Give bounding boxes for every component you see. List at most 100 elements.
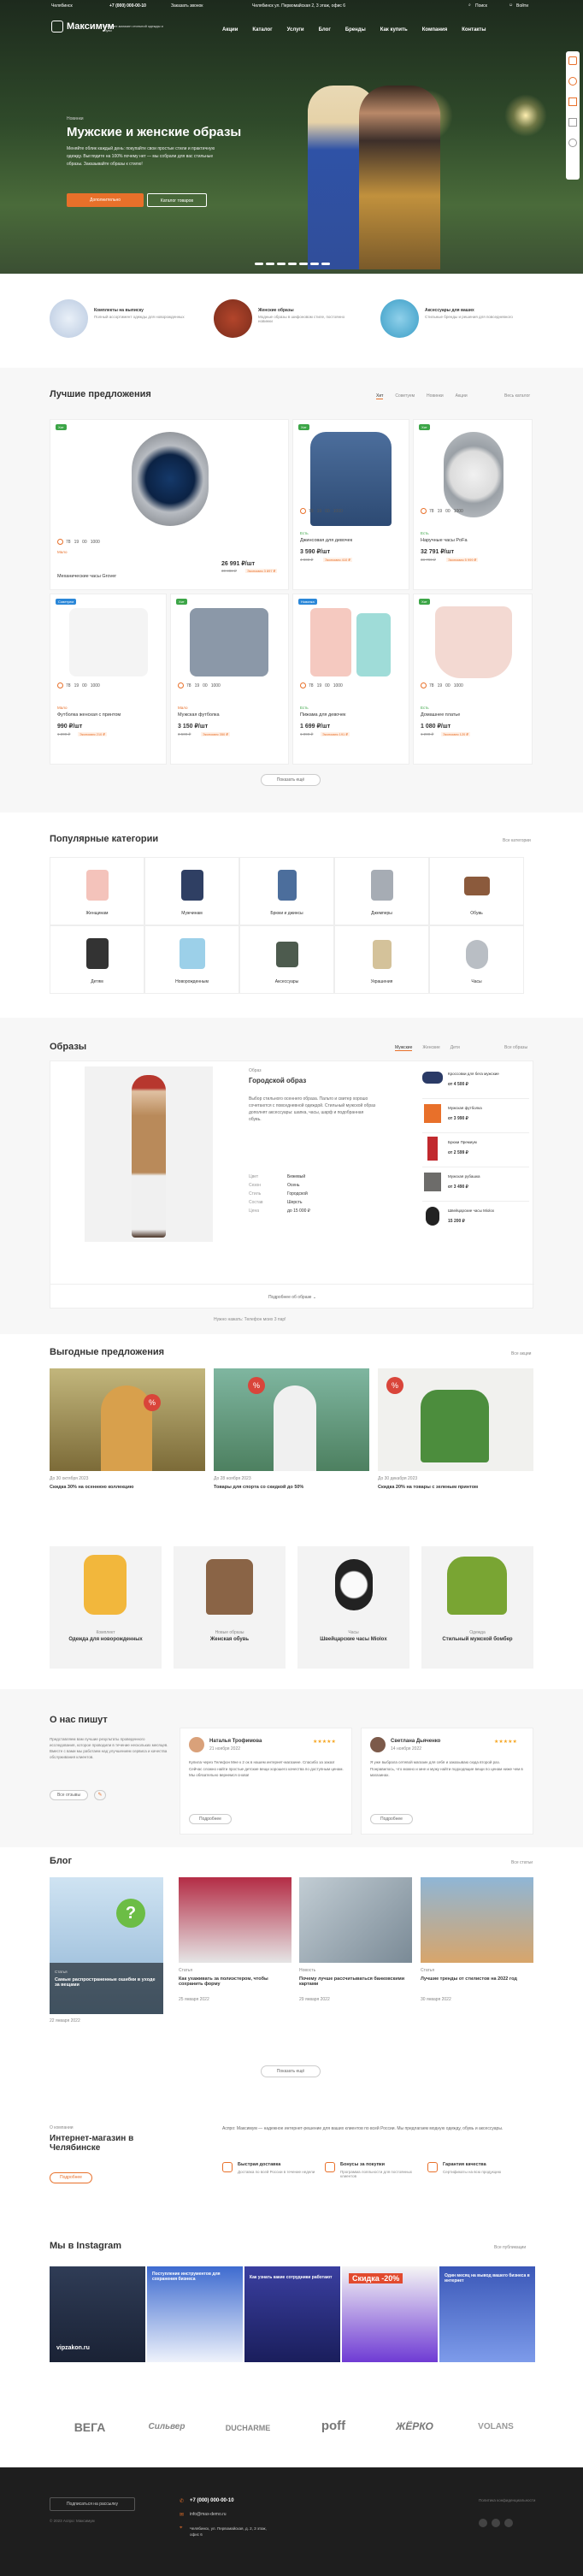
blog-card-1[interactable]: Статья Как ухаживать за полиэстером, что… — [179, 1877, 292, 2014]
footer-phone[interactable]: +7 (000) 000-00-10 — [190, 2498, 234, 2503]
write-review-icon[interactable]: ✎ — [94, 1790, 106, 1800]
settings-icon[interactable] — [568, 139, 577, 147]
product-card-3[interactable]: Советуем 78 19 00 1000 Мало Футболка женска… — [50, 594, 167, 765]
categories-all-link[interactable]: Все категории — [503, 838, 531, 843]
search-icon[interactable]: ⌕ — [468, 3, 471, 8]
feature-0[interactable]: Комплекты на выписку Полный ассортимент … — [50, 299, 195, 338]
looks-tab-2[interactable]: Дети — [450, 1045, 460, 1051]
product-card-2[interactable]: Хит 78 19 00 1000 Есть Наручные часы PoFa 3… — [413, 419, 533, 590]
youtube-icon[interactable] — [504, 2519, 513, 2527]
instagram-post-2[interactable]: Как узнать какие сотрудники работают — [244, 2266, 340, 2362]
message-icon[interactable] — [568, 118, 577, 127]
hero-slider-dots[interactable] — [255, 263, 330, 265]
brand-logo-5[interactable]: VOLANS — [466, 2422, 526, 2431]
vk-icon[interactable] — [479, 2519, 487, 2527]
user-icon[interactable]: ☺ — [509, 3, 513, 8]
cart-icon[interactable] — [568, 97, 577, 106]
hero-secondary-button[interactable]: Каталог товаров — [147, 193, 207, 207]
blog-card-0[interactable]: ? Статья Самые распространенные ошибки в… — [50, 1877, 163, 2014]
top-phone[interactable]: +7 (000) 000-00-10 — [109, 3, 146, 9]
nav-item-0[interactable]: Акции — [222, 27, 238, 32]
product-card-0[interactable]: Хит 78 19 00 1000 Мало Механические часы Gr… — [50, 419, 289, 590]
nav-item-5[interactable]: Как купить — [380, 27, 408, 32]
category-0[interactable]: Женщинам — [50, 857, 144, 925]
product-name-2[interactable]: Наручные часы PoFa — [421, 538, 468, 543]
looks-tab-0[interactable]: Мужские — [395, 1045, 413, 1051]
product-name-6[interactable]: Домашнее платье — [421, 712, 460, 718]
nav-item-3[interactable]: Блог — [319, 27, 331, 32]
offers-tab-0[interactable]: Хит — [376, 393, 384, 399]
review-card-0[interactable]: Наталья Трофимова 21 ноября 2022 ★★★★★ К… — [180, 1728, 352, 1835]
product-name-5[interactable]: Пижама для девочек — [300, 712, 345, 718]
brand-logo-1[interactable]: Сильвер — [137, 2422, 197, 2431]
brand-logo-4[interactable]: ЖЁРКО — [385, 2420, 445, 2432]
category-4[interactable]: Обувь — [429, 857, 524, 925]
deal-card-1[interactable]: % До 28 ноября 2023 Товары для спорта со… — [214, 1368, 369, 1501]
nav-item-2[interactable]: Услуги — [287, 27, 304, 32]
brand-logo-3[interactable]: poff — [303, 2419, 363, 2433]
favorites-icon[interactable] — [568, 77, 577, 86]
nav-item-1[interactable]: Каталог — [252, 27, 272, 32]
city-selector[interactable]: Челябинск — [51, 3, 73, 9]
subscribe-button[interactable]: Подписаться на рассылку — [50, 2497, 135, 2511]
category-1[interactable]: Мужчинам — [144, 857, 239, 925]
instagram-post-3[interactable]: Скидка -20% — [342, 2266, 438, 2362]
product-card-5[interactable]: Новинка 78 19 00 1000 Есть Пижама для девоч… — [292, 594, 409, 765]
login-link[interactable]: Войти — [516, 3, 528, 9]
blog-more-button[interactable]: Показать ещё — [261, 2065, 321, 2077]
nav-item-4[interactable]: Бренды — [345, 27, 366, 32]
deal-card-2[interactable]: % До 30 декабря 2023 Скидка 20% на товар… — [378, 1368, 533, 1501]
offers-tab-2[interactable]: Новинки — [427, 393, 444, 399]
category-2[interactable]: Брюки и джинсы — [239, 857, 334, 925]
product-name-4[interactable]: Мужская футболка — [178, 712, 220, 718]
looks-pagination-note[interactable]: Нужно нажать: Телефон моих 3 пар! — [214, 1317, 286, 1322]
deals-all-link[interactable]: Все акции — [511, 1351, 531, 1356]
product-card-1[interactable]: Хит 78 19 00 1000 Есть Джинсовая для девоче… — [292, 419, 409, 590]
blog-card-2[interactable]: Новость Почему лучше рассчитываться банк… — [299, 1877, 412, 2014]
product-name-3[interactable]: Футболка женская с принтом — [57, 712, 121, 718]
category-9[interactable]: Часы — [429, 925, 524, 994]
look-item-4[interactable]: Швейцарские часы Miolox 15 200 ₽ — [422, 1202, 529, 1236]
search-link[interactable]: Поиск — [475, 3, 487, 9]
compare-icon[interactable] — [568, 56, 577, 65]
callback-link[interactable]: Заказать звонок — [171, 3, 203, 9]
category-7[interactable]: Аксессуары — [239, 925, 334, 994]
offers-more-button[interactable]: Показать ещё — [261, 774, 321, 786]
category-6[interactable]: Новорожденным — [144, 925, 239, 994]
product-card-6[interactable]: Хит 78 19 00 1000 Есть Домашнее платье 1 08… — [413, 594, 533, 765]
product-card-4[interactable]: Хит 78 19 00 1000 Мало Мужская футболка 3 1… — [170, 594, 289, 765]
brand-logo-2[interactable]: DUCHARME — [218, 2424, 278, 2432]
nav-item-7[interactable]: Контакты — [462, 27, 486, 32]
look-item-0[interactable]: Кроссовки для бега мужские от 4 500 ₽ — [422, 1065, 529, 1099]
product-name-1[interactable]: Джинсовая для девочек — [300, 538, 352, 543]
category-3[interactable]: Джемперы — [334, 857, 429, 925]
looks-all-link[interactable]: Все образы — [504, 1045, 527, 1050]
look-more-link[interactable]: Подробнее об образе ⌄ — [50, 1284, 534, 1309]
promo-card-0[interactable]: Комплект Одежда для новорожденных — [50, 1546, 162, 1669]
deal-card-0[interactable]: % До 30 октября 2023 Скидка 30% на осенн… — [50, 1368, 205, 1501]
footer-policy-link[interactable]: Политика конфиденциальности — [479, 2498, 539, 2502]
review-more-button-1[interactable]: Подробнее — [370, 1814, 413, 1824]
brand-logo-0[interactable]: ВЕГА — [60, 2420, 120, 2434]
promo-card-3[interactable]: Одежда Стильный мужской бомбер — [421, 1546, 533, 1669]
about-more-button[interactable]: Подробнее — [50, 2172, 92, 2183]
look-item-1[interactable]: Мужская футболка от 3 990 ₽ — [422, 1099, 529, 1133]
category-5[interactable]: Детям — [50, 925, 144, 994]
offers-all-link[interactable]: Весь каталог — [504, 393, 530, 399]
look-image[interactable] — [85, 1066, 213, 1242]
telegram-icon[interactable] — [492, 2519, 500, 2527]
instagram-post-1[interactable]: Поступление инструментов для сохранения … — [147, 2266, 243, 2362]
nav-item-6[interactable]: Компания — [422, 27, 447, 32]
blog-card-3[interactable]: Статья Лучшие тренды от стилистов на 202… — [421, 1877, 533, 2014]
instagram-post-0[interactable]: vipzakon.ru — [50, 2266, 145, 2362]
footer-email[interactable]: info@max-demo.ru — [190, 2512, 227, 2517]
category-8[interactable]: Украшения — [334, 925, 429, 994]
offers-tab-1[interactable]: Советуем — [395, 393, 415, 399]
look-item-3[interactable]: Мужская рубашка от 3 490 ₽ — [422, 1167, 529, 1202]
review-card-1[interactable]: Светлана Дьяченко 14 ноября 2022 ★★★★★ Я… — [361, 1728, 533, 1835]
instagram-post-4[interactable]: Один месяц на вывод вашего бизнеса в инт… — [439, 2266, 535, 2362]
reviews-all-button[interactable]: Все отзывы — [50, 1790, 88, 1800]
blog-all-link[interactable]: Все статьи — [511, 1860, 533, 1865]
feature-2[interactable]: Аксессуары для ваших Стильные бренды и р… — [380, 299, 526, 338]
review-more-button-0[interactable]: Подробнее — [189, 1814, 232, 1824]
